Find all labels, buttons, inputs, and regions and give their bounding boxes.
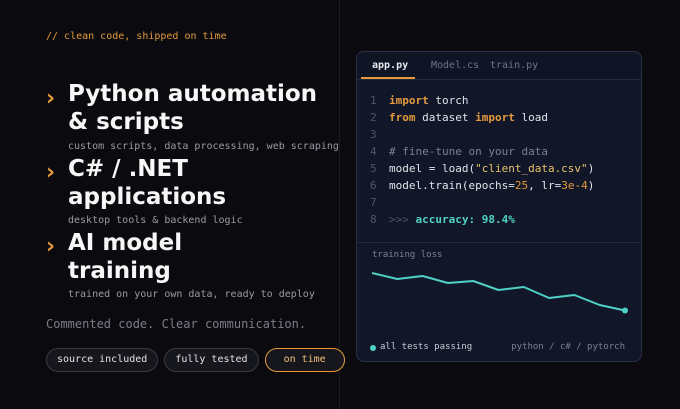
code-line: 6 model.train(epochs=25, lr=3e-4) [357, 177, 641, 194]
line-number: 4 [370, 145, 377, 158]
feature-subtitle: desktop tools & backend logic [68, 215, 243, 226]
feature-title: AI model training [68, 230, 183, 284]
code-text: from dataset import load [389, 111, 548, 124]
chevron-right-icon: › [46, 160, 56, 185]
tab-app-py[interactable]: app.py [372, 52, 408, 80]
badge-row: source included fully tested on time [46, 348, 345, 372]
code-line: 1 import torch [357, 92, 641, 109]
code-line: 5 model = load("client_data.csv") [357, 160, 641, 177]
code-text: >>> accuracy: 98.4% [389, 213, 515, 226]
line-number: 6 [370, 179, 377, 192]
code-text: import torch [389, 94, 469, 107]
feature-title: C# / .NET applications [68, 156, 227, 210]
loss-end-point [622, 307, 628, 314]
badge-fully-tested: fully tested [164, 348, 259, 372]
tab-train-py[interactable]: train.py [490, 52, 538, 80]
line-number: 7 [370, 196, 377, 209]
active-tab-indicator [361, 77, 415, 79]
feature-subtitle: custom scripts, data processing, web scr… [68, 141, 339, 152]
code-line: 3 [357, 126, 641, 143]
code-line: 4 # fine-tune on your data [357, 143, 641, 160]
communication-note: Commented code. Clear communication. [46, 317, 307, 331]
code-editor-panel: app.py Model.cs train.py 1 import torch 2 f… [356, 51, 642, 362]
line-number: 2 [370, 111, 377, 124]
line-number: 1 [370, 94, 377, 107]
tech-stack: python / c# / pytorch [511, 342, 625, 352]
chevron-right-icon: › [46, 234, 56, 259]
editor-tab-bar: app.py Model.cs train.py [357, 52, 641, 80]
test-status: all tests passing [380, 342, 473, 352]
editor-separator [357, 242, 641, 243]
status-dot-icon [370, 345, 376, 351]
tab-model-cs[interactable]: Model.cs [431, 52, 479, 80]
line-number: 8 [370, 213, 377, 226]
code-line: 8 >>> accuracy: 98.4% [357, 211, 641, 228]
code-line: 7 [357, 194, 641, 211]
tagline: // clean code, shipped on time [46, 31, 227, 42]
training-loss-chart [371, 272, 628, 314]
code-text: model.train(epochs=25, lr=3e-4) [389, 179, 595, 192]
line-number: 3 [370, 128, 377, 141]
code-line: 2 from dataset import load [357, 109, 641, 126]
feature-subtitle: trained on your own data, ready to deplo… [68, 289, 315, 300]
badge-on-time: on time [264, 348, 345, 372]
loss-series-line [371, 272, 626, 312]
badge-source-included: source included [46, 348, 159, 372]
chevron-right-icon: › [46, 86, 56, 111]
code-text: model = load("client_data.csv") [389, 162, 595, 175]
code-text: # fine-tune on your data [389, 145, 548, 158]
feature-title: Python automation & scripts [68, 81, 318, 135]
line-number: 5 [370, 162, 377, 175]
loss-chart-label: training loss [372, 250, 443, 260]
